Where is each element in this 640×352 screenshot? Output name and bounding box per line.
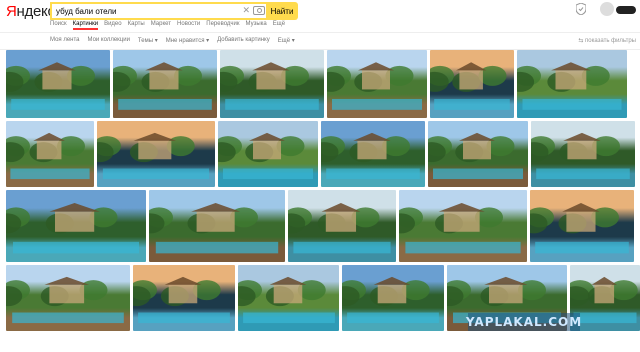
image-row	[6, 190, 640, 262]
image-thumbnail[interactable]	[218, 121, 318, 187]
image-grid	[6, 50, 640, 334]
user-menu[interactable]	[616, 6, 636, 14]
toolbar-item-5[interactable]: Ещё ▾	[278, 37, 295, 44]
image-thumbnail[interactable]	[530, 190, 634, 262]
avatar[interactable]	[600, 2, 614, 16]
image-thumbnail[interactable]	[149, 190, 285, 262]
images-toolbar: Моя лента Мои коллекции Темы ▾ Мне нравится…	[0, 32, 640, 50]
search-input[interactable]	[52, 6, 236, 16]
tab-4[interactable]: Маркет	[151, 18, 171, 30]
image-thumbnail[interactable]	[531, 121, 635, 187]
image-thumbnail[interactable]	[132, 265, 235, 331]
clear-icon[interactable]: ✕	[242, 5, 250, 16]
image-row	[6, 50, 640, 118]
yandex-logo[interactable]: Яндекс	[6, 3, 55, 20]
tab-0[interactable]: Поиск	[50, 18, 67, 30]
show-filters-link[interactable]: ⇆ показать фильтры	[578, 37, 636, 44]
toolbar-item-3[interactable]: Мне нравится ▾	[166, 37, 209, 44]
image-thumbnail[interactable]	[220, 50, 324, 118]
shield-icon[interactable]	[576, 3, 586, 15]
image-thumbnail[interactable]	[321, 121, 425, 187]
image-thumbnail[interactable]	[517, 50, 627, 118]
image-thumbnail[interactable]	[6, 265, 130, 331]
tab-2[interactable]: Видео	[104, 18, 122, 30]
image-thumbnail[interactable]	[327, 50, 427, 118]
toolbar-item-2[interactable]: Темы ▾	[138, 37, 158, 44]
image-thumbnail[interactable]	[6, 121, 94, 187]
image-thumbnail[interactable]	[6, 50, 110, 118]
image-row	[6, 121, 640, 187]
image-thumbnail[interactable]	[430, 50, 514, 118]
tab-8[interactable]: Ещё	[273, 18, 285, 30]
tab-7[interactable]: Музыка	[246, 18, 267, 30]
tab-5[interactable]: Новости	[177, 18, 200, 30]
image-thumbnail[interactable]	[113, 50, 217, 118]
tab-6[interactable]: Переводчик	[206, 18, 239, 30]
toolbar-item-0[interactable]: Моя лента	[50, 37, 80, 44]
tab-1[interactable]: Картинки	[72, 18, 99, 30]
image-thumbnail[interactable]	[237, 265, 340, 331]
camera-icon[interactable]	[253, 6, 265, 15]
header: Яндекс ✕ Найти ПоискКартинкиВидеоКартыМа…	[0, 0, 640, 32]
toolbar-item-4[interactable]: Добавить картинку	[217, 37, 270, 44]
image-thumbnail[interactable]	[6, 190, 146, 262]
watermark: YAPLAKAL.COM	[465, 313, 583, 331]
image-thumbnail[interactable]	[288, 190, 396, 262]
service-tabs: Поиск Картинки Видео Карты Маркет Новости Пере…	[50, 18, 285, 30]
image-thumbnail[interactable]	[428, 121, 528, 187]
image-thumbnail[interactable]	[97, 121, 215, 187]
image-thumbnail[interactable]	[399, 190, 527, 262]
toolbar-item-1[interactable]: Мои коллекции	[88, 37, 130, 44]
tab-3[interactable]: Карты	[128, 18, 145, 30]
image-thumbnail[interactable]	[342, 265, 445, 331]
